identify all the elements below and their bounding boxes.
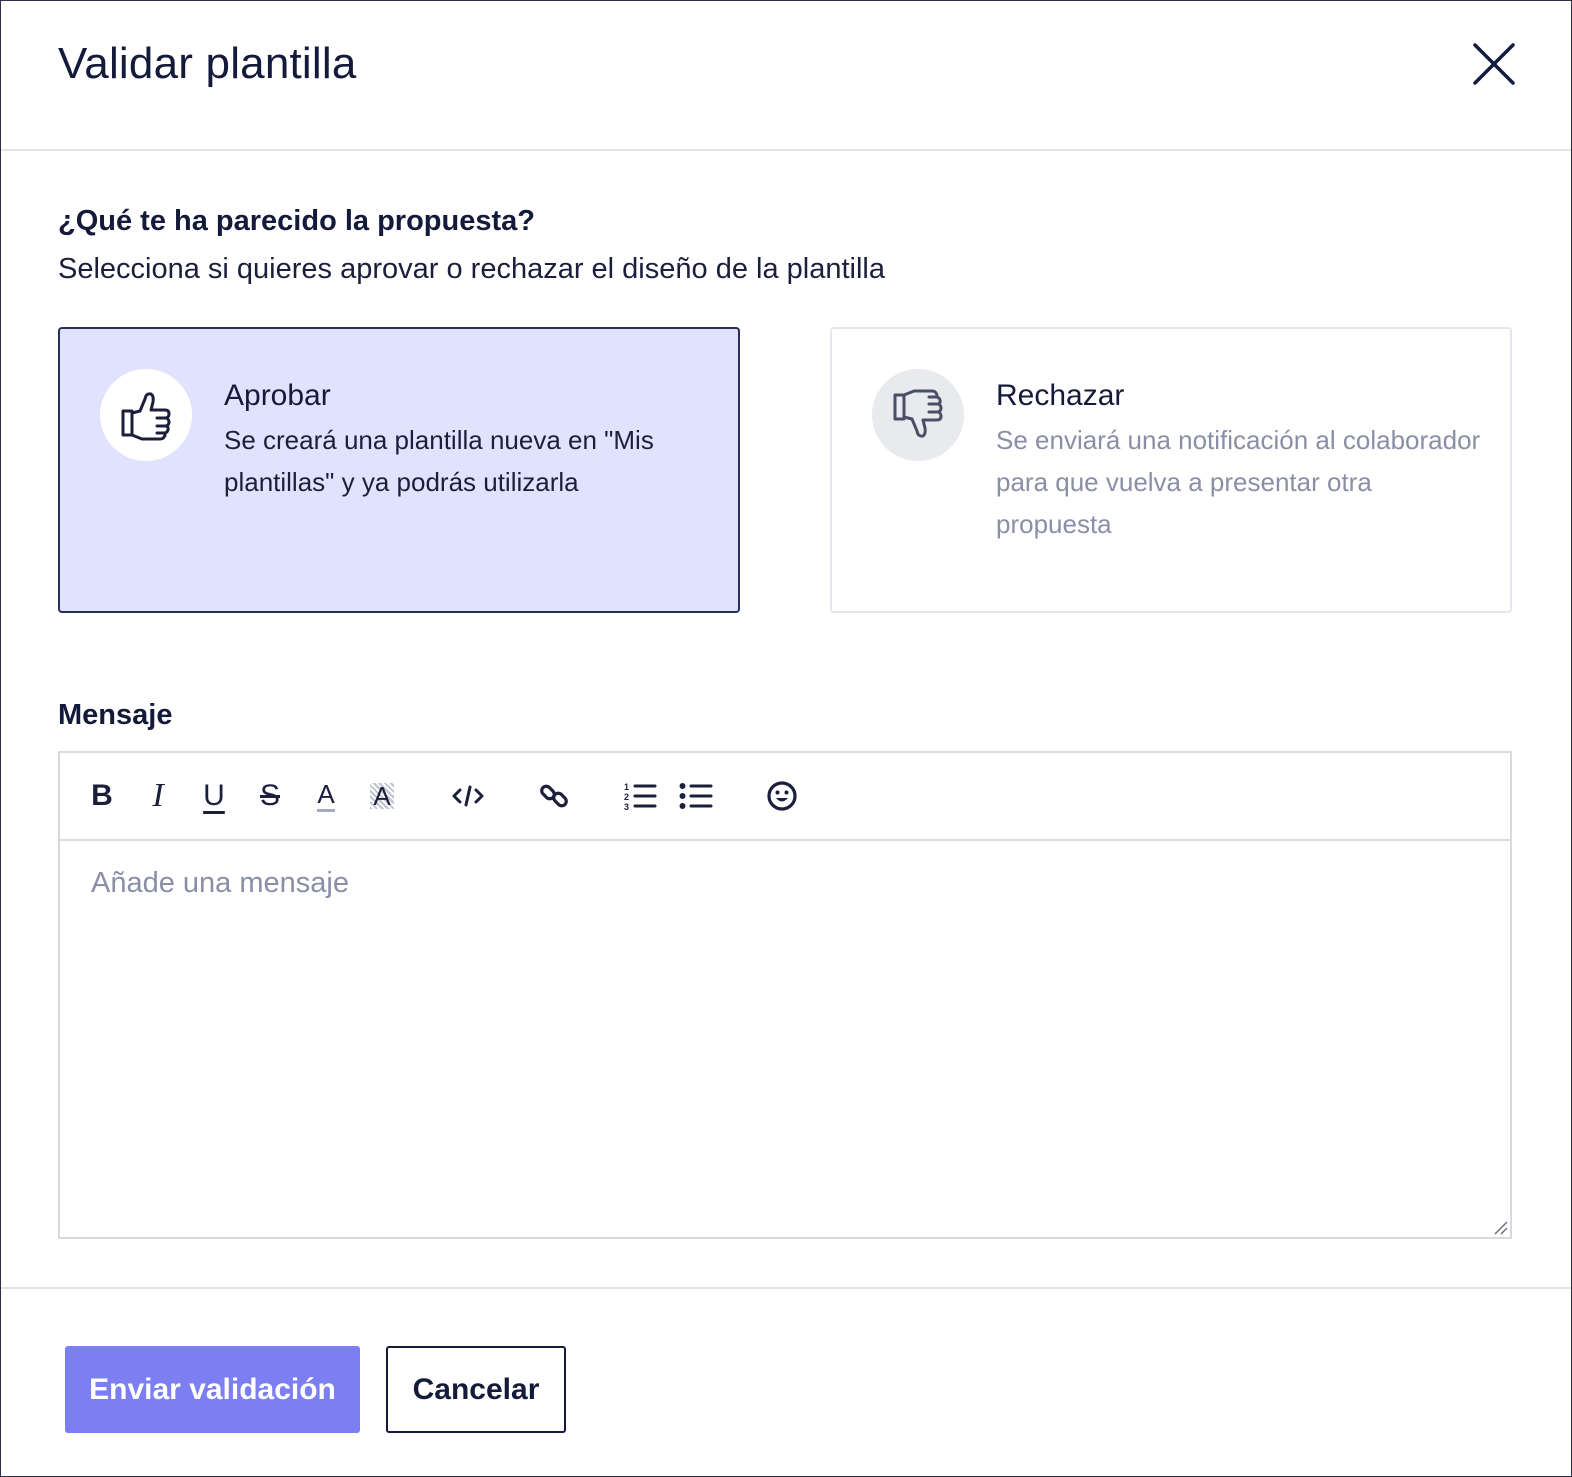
message-editor: B I U S A A 1 2 3 Añade una mensaje (58, 751, 1512, 1239)
reject-description: Se enviará una notificación al colaborad… (996, 425, 1481, 539)
underline-button[interactable]: U (194, 775, 234, 817)
italic-button[interactable]: I (138, 775, 178, 817)
modal-header: Validar plantilla (1, 1, 1571, 151)
code-button[interactable] (448, 775, 488, 817)
bullet-list-icon (679, 783, 713, 809)
send-validation-button[interactable]: Enviar validación (65, 1346, 360, 1433)
close-icon (1473, 43, 1515, 85)
emoji-icon (767, 781, 797, 811)
approve-icon-badge (100, 369, 192, 461)
approve-option[interactable]: Aprobar Se creará una plantilla nueva en… (58, 327, 740, 613)
italic-icon: I (152, 777, 164, 814)
message-label: Mensaje (58, 699, 173, 731)
message-placeholder: Añade una mensaje (91, 867, 349, 899)
code-icon (452, 785, 484, 807)
svg-text:3: 3 (624, 802, 629, 811)
prompt-question: ¿Qué te ha parecido la propuesta? (58, 205, 535, 237)
link-icon (540, 784, 568, 808)
ordered-list-icon: 1 2 3 (624, 782, 657, 811)
close-button[interactable] (1467, 39, 1519, 91)
approve-title: Aprobar (224, 379, 331, 412)
cancel-button[interactable]: Cancelar (386, 1346, 566, 1433)
emoji-button[interactable] (762, 775, 802, 817)
reject-title: Rechazar (996, 379, 1125, 412)
bold-button[interactable]: B (82, 775, 122, 817)
prompt-subtext: Selecciona si quieres aprovar o rechazar… (58, 253, 885, 285)
underline-icon: U (203, 779, 225, 812)
approve-description: Se creará una plantilla nueva en "Mis pl… (224, 425, 654, 497)
strikethrough-button[interactable]: S (250, 775, 290, 817)
resize-handle-icon[interactable] (1492, 1219, 1508, 1235)
bullet-list-button[interactable] (676, 775, 716, 817)
reject-icon-badge (872, 369, 964, 461)
bold-icon: B (91, 779, 113, 812)
svg-text:2: 2 (624, 792, 629, 802)
editor-toolbar: B I U S A A 1 2 3 (60, 753, 1510, 841)
link-button[interactable] (534, 775, 574, 817)
strikethrough-icon: S (259, 779, 280, 812)
thumbs-up-icon (121, 392, 171, 441)
text-color-button[interactable]: A (306, 775, 346, 817)
reject-option[interactable]: Rechazar Se enviará una notificación al … (830, 327, 1512, 613)
ordered-list-button[interactable]: 1 2 3 (620, 775, 660, 817)
text-color-icon: A (317, 781, 335, 812)
modal-title: Validar plantilla (58, 39, 357, 88)
footer-divider (1, 1287, 1571, 1289)
validate-template-modal: Validar plantilla ¿Qué te ha parecido la… (0, 0, 1572, 1477)
thumbs-down-icon (893, 389, 943, 438)
highlight-button[interactable]: A (362, 775, 402, 817)
highlight-icon: A (370, 783, 394, 809)
svg-text:1: 1 (624, 782, 629, 792)
